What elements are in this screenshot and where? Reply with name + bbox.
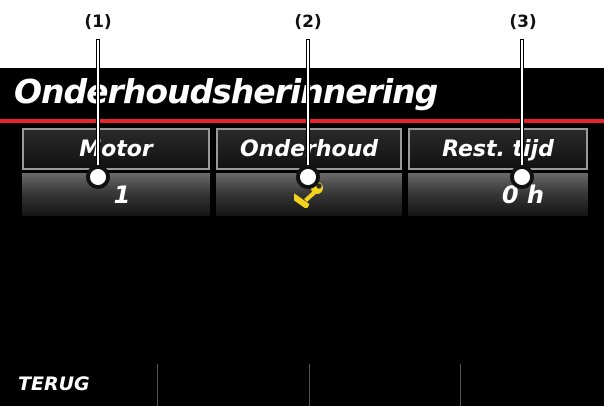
title-divider <box>0 119 604 123</box>
callout-leader-2 <box>307 40 309 170</box>
header-rest-tijd: Rest. tijd <box>408 128 588 170</box>
footer-divider <box>460 364 461 406</box>
callout-marker-3 <box>510 165 534 189</box>
callout-marker-1 <box>86 165 110 189</box>
callout-leader-3 <box>521 40 523 170</box>
back-button[interactable]: TERUG <box>18 373 90 395</box>
callout-marker-2 <box>296 165 320 189</box>
header-motor: Motor <box>22 128 210 170</box>
value-rest-tijd: 0 h <box>408 173 588 216</box>
callout-label-3: (3) <box>509 12 537 32</box>
header-onderhoud: Onderhoud <box>216 128 402 170</box>
callout-label-2: (2) <box>294 12 322 32</box>
callout-label-1: (1) <box>84 12 112 32</box>
maintenance-reminder-screen: Onderhoudsherinnering Motor Onderhoud Re… <box>0 68 604 406</box>
footer-divider <box>157 364 158 406</box>
screen-title: Onderhoudsherinnering <box>14 72 438 111</box>
footer-divider <box>309 364 310 406</box>
callout-leader-1 <box>97 40 99 170</box>
value-motor: 1 <box>22 173 210 216</box>
